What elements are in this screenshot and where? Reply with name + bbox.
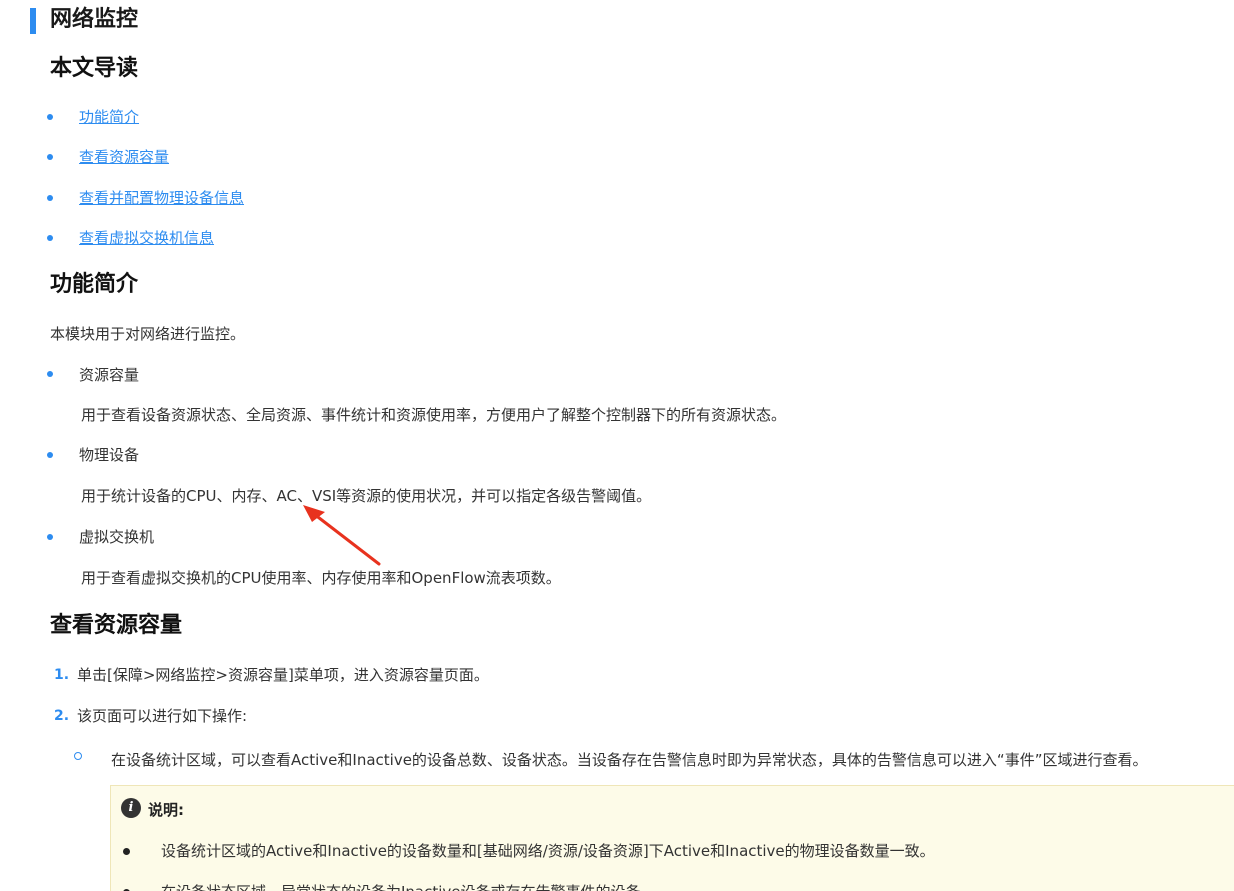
note-box: i 说明: 设备统计区域的Active和Inactive的设备数量和[基础网络/… (110, 785, 1234, 891)
title-accent-bar (30, 8, 36, 34)
note-title: 说明: (148, 801, 184, 819)
step-text: 该页面可以进行如下操作: (77, 707, 248, 725)
bullet-icon (47, 154, 53, 160)
bullet-icon (123, 848, 130, 855)
document-page: 网络监控 本文导读 功能简介 查看资源容量 查看并配置物理设备信息 查看虚拟交换… (0, 0, 1234, 891)
toc-link-features[interactable]: 功能简介 (79, 107, 139, 127)
bullet-icon (47, 235, 53, 241)
capacity-heading: 查看资源容量 (50, 613, 183, 638)
bullet-icon (47, 195, 53, 201)
bullet-icon (47, 114, 53, 120)
toc-link-physical-devices[interactable]: 查看并配置物理设备信息 (79, 188, 244, 208)
sub-item-text: 在设备统计区域，可以查看Active和Inactive的设备总数、设备状态。当设… (111, 751, 1148, 769)
step-text: 单击[保障>网络监控>资源容量]菜单项，进入资源容量页面。 (77, 666, 489, 684)
step-number: 2. (54, 708, 70, 724)
toc-link-capacity[interactable]: 查看资源容量 (79, 147, 169, 167)
feature-desc: 用于查看虚拟交换机的CPU使用率、内存使用率和OpenFlow流表项数。 (81, 569, 561, 587)
note-item: 在设备状态区域，异常状态的设备为Inactive设备或存在告警事件的设备。 (161, 882, 656, 891)
step-number: 1. (54, 667, 70, 683)
features-intro: 本模块用于对网络进行监控。 (50, 325, 246, 343)
bullet-icon (47, 371, 53, 377)
bullet-icon (47, 534, 53, 540)
hollow-bullet-icon (74, 752, 82, 760)
features-heading: 功能简介 (50, 272, 139, 297)
toc-heading: 本文导读 (50, 56, 139, 81)
annotation-arrow-shaft (312, 512, 381, 566)
feature-title: 资源容量 (79, 366, 140, 384)
info-icon: i (121, 798, 141, 818)
feature-title: 虚拟交换机 (79, 528, 155, 546)
bullet-icon (47, 452, 53, 458)
feature-title: 物理设备 (79, 446, 140, 464)
note-item: 设备统计区域的Active和Inactive的设备数量和[基础网络/资源/设备资… (161, 842, 935, 860)
toc-link-virtual-switch[interactable]: 查看虚拟交换机信息 (79, 228, 214, 248)
feature-desc: 用于查看设备资源状态、全局资源、事件统计和资源使用率，方便用户了解整个控制器下的… (81, 406, 787, 424)
feature-desc: 用于统计设备的CPU、内存、AC、VSI等资源的使用状况，并可以指定各级告警阈值… (81, 487, 652, 505)
page-title: 网络监控 (50, 7, 139, 32)
annotation-arrow-head (303, 505, 325, 522)
